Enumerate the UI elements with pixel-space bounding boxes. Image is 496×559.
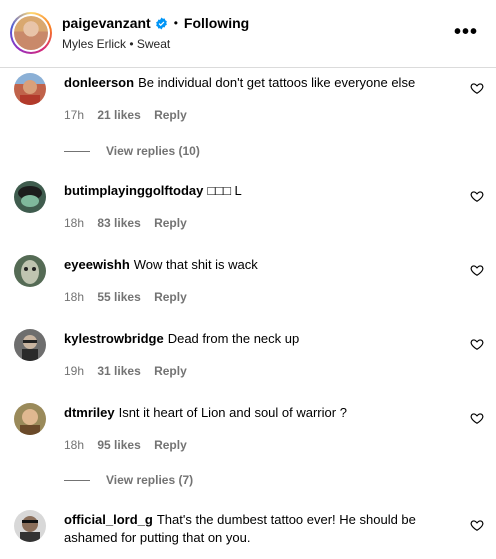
audio-attribution[interactable]: Myles Erlick • Sweat [62,37,170,51]
following-button[interactable]: Following [184,15,249,31]
comment-time: 19h [64,364,85,378]
user-row: paigevanzant • Following [62,14,249,32]
comment-meta: 19h 31 likes Reply [64,364,197,378]
comment-text: Isnt it heart of Lion and soul of warrio… [118,405,347,420]
divider-line [64,150,90,152]
comment-username[interactable]: kylestrowbridge [64,331,164,346]
comment-username[interactable]: official_lord_g [64,512,153,527]
comment-username[interactable]: butimplayinggolftoday [64,183,203,198]
reply-button[interactable]: Reply [154,290,187,304]
header-username[interactable]: paigevanzant [62,15,151,31]
divider-line [64,479,90,481]
comment-text: □□□ L [207,183,242,198]
avatar[interactable] [14,73,46,105]
comment-likes[interactable]: 31 likes [97,364,140,378]
comment-body: kylestrowbridge Dead from the neck up [64,330,464,348]
heart-outline-icon[interactable] [470,189,484,203]
avatar[interactable] [14,329,46,361]
reply-button[interactable]: Reply [154,364,187,378]
view-replies-button[interactable]: View replies (7) [64,473,193,487]
heart-outline-icon[interactable] [470,81,484,95]
comment-likes[interactable]: 21 likes [97,108,140,122]
comment-likes[interactable]: 95 likes [97,438,140,452]
separator-dot: • [173,16,178,30]
view-replies-label[interactable]: View replies (10) [106,144,200,158]
profile-avatar[interactable] [10,12,52,54]
view-replies-label[interactable]: View replies (7) [106,473,193,487]
heart-outline-icon[interactable] [470,337,484,351]
avatar[interactable] [14,403,46,435]
heart-outline-icon[interactable] [470,263,484,277]
comment-meta: 18h 83 likes Reply [64,216,197,230]
heart-outline-icon[interactable] [470,411,484,425]
comment-username[interactable]: eyeewishh [64,257,130,272]
comment-body: eyeewishh Wow that shit is wack [64,256,464,274]
comment-meta: 18h 95 likes Reply [64,438,197,452]
comment-username[interactable]: dtmriley [64,405,115,420]
comment-likes[interactable]: 55 likes [97,290,140,304]
comment-body: butimplayinggolftoday □□□ L [64,182,464,200]
comment-body: official_lord_g That's the dumbest tattoo… [64,511,464,547]
reply-button[interactable]: Reply [154,108,187,122]
avatar[interactable] [14,181,46,213]
reply-button[interactable]: Reply [154,216,187,230]
comment-time: 18h [64,438,85,452]
comment-likes[interactable]: 83 likes [97,216,140,230]
comment-time: 18h [64,216,85,230]
comment-time: 17h [64,108,85,122]
comment-body: donleerson Be individual don't get tattoo… [64,74,464,92]
avatar[interactable] [14,510,46,542]
comment-text: Wow that shit is wack [133,257,258,272]
heart-outline-icon[interactable] [470,518,484,532]
reply-button[interactable]: Reply [154,438,187,452]
view-replies-button[interactable]: View replies (10) [64,144,200,158]
comment-meta: 18h 55 likes Reply [64,290,197,304]
comment-text: Dead from the neck up [167,331,300,346]
post-header: paigevanzant • Following Myles Erlick • … [0,0,496,68]
comment-text: Be individual don't get tattoos like eve… [138,75,416,90]
comment-body: dtmriley Isnt it heart of Lion and soul o… [64,404,464,422]
more-options-icon[interactable]: ••• [454,22,478,42]
verified-badge-icon [155,17,167,29]
avatar[interactable] [14,255,46,287]
comment-meta: 17h 21 likes Reply [64,108,197,122]
comment-username[interactable]: donleerson [64,75,134,90]
comment-time: 18h [64,290,85,304]
